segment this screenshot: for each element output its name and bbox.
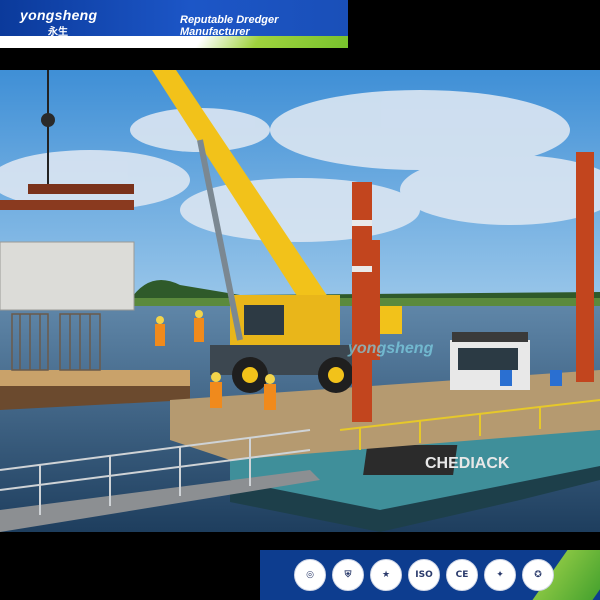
brand-chinese-name: 永生	[48, 27, 68, 38]
brand-logo: yongsheng	[20, 7, 98, 23]
spud-pole-right	[576, 152, 594, 382]
brand-banner: yongsheng 永生 Reputable Dredger Manufactu…	[0, 0, 348, 48]
shield-cert-icon: ⛨	[332, 559, 364, 591]
quality-seal-icon: ◎	[294, 559, 326, 591]
flame-cert-icon: ✦	[484, 559, 516, 591]
spud-pole-left	[352, 182, 372, 422]
control-cabin	[450, 332, 530, 390]
ce-mark-icon: CE	[446, 559, 478, 591]
award-icon: ★	[370, 559, 402, 591]
certification-list: ◎ ⛨ ★ ISO CE ✦ ✪	[294, 559, 554, 591]
seal-icon: ✪	[522, 559, 554, 591]
barge-name: CHEDIACK	[425, 455, 510, 472]
photo-watermark: yongsheng	[347, 340, 434, 357]
banner-tagline: Reputable Dredger Manufacturer	[180, 14, 279, 38]
iso-icon: ISO	[408, 559, 440, 591]
certification-bar: ◎ ⛨ ★ ISO CE ✦ ✪	[260, 550, 600, 600]
dredger-photo: CHEDIACK yongsheng	[0, 70, 600, 532]
